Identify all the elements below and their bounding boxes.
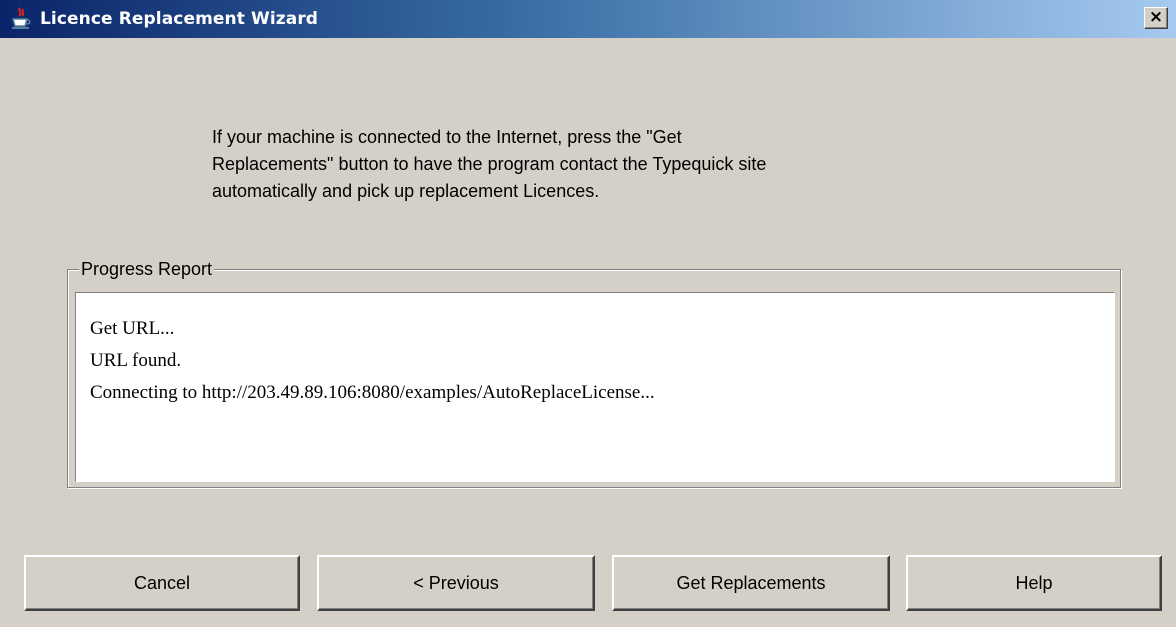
report-line: Get URL... [90, 318, 175, 339]
report-line: URL found. [90, 350, 182, 371]
help-button[interactable]: Help [906, 555, 1162, 611]
progress-report-area[interactable]: Get URL... URL found. Connecting to http… [75, 292, 1115, 482]
cancel-button-label: Cancel [133, 572, 191, 593]
previous-button[interactable]: < Previous [317, 555, 595, 611]
progress-report-legend: Progress Report [79, 257, 215, 281]
close-button[interactable]: × [1144, 7, 1168, 29]
java-cup-icon [8, 6, 34, 32]
get-replacements-button-label: Get Replacements [676, 572, 826, 593]
close-icon: × [1148, 7, 1164, 27]
instructions-text: If your machine is connected to the Inte… [212, 127, 767, 201]
report-line: Connecting to http://203.49.89.106:8080/… [90, 382, 655, 403]
title-bar[interactable]: Licence Replacement Wizard × [0, 0, 1176, 38]
cancel-button[interactable]: Cancel [24, 555, 300, 611]
help-button-label: Help [1015, 572, 1053, 593]
window-title: Licence Replacement Wizard [40, 9, 319, 29]
previous-button-label: < Previous [413, 572, 499, 593]
wizard-window: Licence Replacement Wizard × If your mac… [0, 0, 1176, 627]
get-replacements-button[interactable]: Get Replacements [612, 555, 890, 611]
